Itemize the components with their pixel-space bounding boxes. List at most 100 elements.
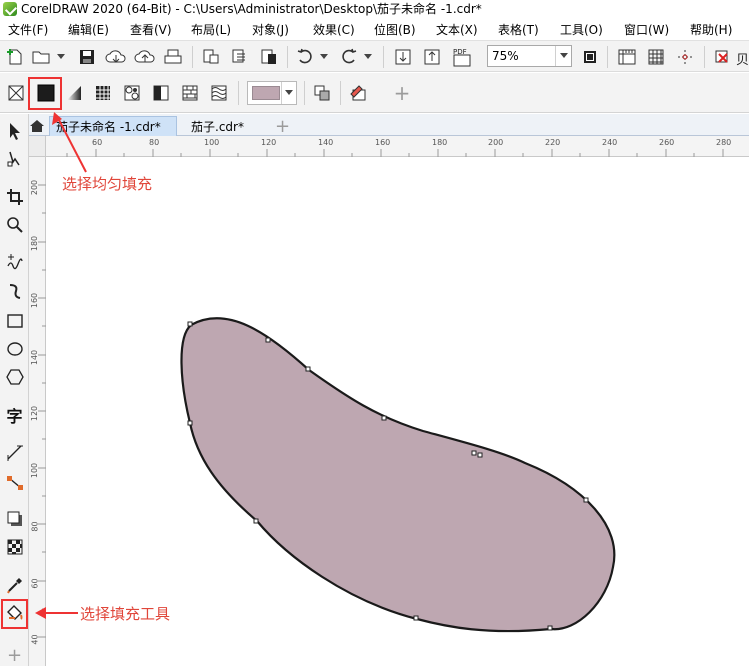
full-screen-icon[interactable]: [579, 46, 601, 68]
pick-tool-icon[interactable]: [2, 118, 27, 144]
new-tab-button[interactable]: +: [275, 116, 290, 137]
ruler-label: 60: [92, 138, 103, 147]
redo-dropdown-chevron-icon[interactable]: [362, 46, 374, 68]
snap-to-label[interactable]: 贝: [736, 49, 749, 68]
menu-table[interactable]: 表格(T): [498, 21, 539, 38]
menu-help[interactable]: 帮助(H): [690, 21, 732, 38]
export-arrow-icon[interactable]: [421, 46, 443, 68]
menu-window[interactable]: 窗口(W): [624, 21, 669, 38]
menu-object[interactable]: 对象(J): [252, 21, 289, 38]
add-control-button[interactable]: +: [391, 81, 413, 105]
tab-eggplant[interactable]: 茄子.cdr*: [185, 116, 277, 136]
color-dropdown-chevron-icon[interactable]: [281, 82, 296, 104]
fill-property-bar: +: [0, 73, 749, 113]
bitmap-pattern-fill-icon[interactable]: [121, 82, 143, 104]
save-icon[interactable]: [76, 46, 98, 68]
menu-effects[interactable]: 效果(C): [313, 21, 355, 38]
eggplant-shape[interactable]: [180, 317, 616, 633]
fill-color-swatch[interactable]: [252, 86, 280, 100]
tab-label: 茄子.cdr*: [191, 119, 244, 134]
menu-edit[interactable]: 编辑(E): [68, 21, 109, 38]
ruler-label: 160: [375, 138, 391, 147]
tab-eggplant-untitled[interactable]: 茄子未命名 -1.cdr*: [49, 116, 177, 136]
tab-label: 茄子未命名 -1.cdr*: [56, 120, 161, 134]
horizontal-ruler[interactable]: 60 80 100 120 140 160 180 200 220 240 26…: [29, 136, 749, 157]
drop-shadow-tool-icon[interactable]: [2, 506, 27, 532]
undo-dropdown-chevron-icon[interactable]: [318, 46, 330, 68]
import-arrow-icon[interactable]: [392, 46, 414, 68]
postscript-fill-icon[interactable]: [208, 82, 230, 104]
cloud-upload-icon[interactable]: [133, 46, 157, 68]
ruler-label: 140: [318, 138, 334, 147]
shape-tool-icon[interactable]: [2, 146, 27, 172]
fountain-fill-icon[interactable]: [63, 82, 85, 104]
open-dropdown-chevron-icon[interactable]: [55, 46, 67, 68]
menu-tools[interactable]: 工具(O): [560, 21, 603, 38]
show-rulers-icon[interactable]: [615, 46, 639, 68]
ruler-label: 100: [30, 462, 40, 479]
menu-view[interactable]: 查看(V): [130, 21, 172, 38]
freehand-tool-icon[interactable]: [2, 248, 27, 274]
show-grid-icon[interactable]: [644, 46, 668, 68]
menu-text[interactable]: 文本(X): [436, 21, 478, 38]
show-guidelines-icon[interactable]: [673, 46, 697, 68]
menu-layout[interactable]: 布局(L): [191, 21, 231, 38]
customize-toolbox-button[interactable]: +: [2, 642, 27, 666]
two-color-pattern-fill-icon[interactable]: [150, 82, 172, 104]
undo-icon[interactable]: [294, 46, 316, 68]
no-fill-icon[interactable]: [5, 82, 27, 104]
coreldraw-logo-icon: [3, 1, 17, 16]
transparency-tool-icon[interactable]: [2, 534, 27, 560]
annotation-fill-tool: 选择填充工具: [80, 605, 171, 623]
fill-color-picker[interactable]: [247, 81, 297, 105]
zoom-value[interactable]: 75%: [488, 49, 555, 63]
ruler-label: 80: [149, 138, 160, 147]
eyedropper-tool-icon[interactable]: [2, 572, 27, 598]
window-title: CorelDRAW 2020 (64-Bit) - C:\Users\Admin…: [21, 2, 482, 16]
new-document-icon[interactable]: [4, 46, 26, 68]
print-icon[interactable]: [161, 46, 185, 68]
vertical-ruler[interactable]: 200 180 160 140 120 100 80 60 40: [29, 157, 46, 666]
snap-off-icon[interactable]: [711, 46, 733, 68]
drawing-canvas[interactable]: [47, 157, 749, 666]
ruler-label: 80: [30, 521, 40, 532]
title-bar: CorelDRAW 2020 (64-Bit) - C:\Users\Admin…: [0, 0, 749, 17]
export-icon[interactable]: [228, 46, 252, 68]
redo-icon[interactable]: [338, 46, 360, 68]
menu-bar: 文件(F) 编辑(E) 查看(V) 布局(L) 对象(J) 效果(C) 位图(B…: [0, 18, 749, 40]
copy-fill-icon[interactable]: [311, 82, 333, 104]
ruler-label: 200: [30, 179, 40, 196]
artistic-media-tool-icon[interactable]: [2, 278, 27, 304]
ruler-label: 40: [30, 634, 40, 645]
ellipse-tool-icon[interactable]: [2, 336, 27, 362]
parallel-dimension-tool-icon[interactable]: [2, 440, 27, 466]
zoom-tool-icon[interactable]: [2, 212, 27, 238]
uniform-fill-highlight: [28, 77, 62, 110]
ruler-label: 160: [30, 292, 40, 309]
polygon-tool-icon[interactable]: [2, 364, 27, 390]
publish-pdf-icon[interactable]: PDF: [450, 46, 474, 68]
edit-fill-icon[interactable]: [347, 82, 369, 104]
ruler-origin-corner[interactable]: [29, 136, 46, 157]
ruler-label: 240: [602, 138, 618, 147]
import-icon[interactable]: [199, 46, 223, 68]
connector-tool-icon[interactable]: [2, 470, 27, 496]
rectangle-tool-icon[interactable]: [2, 308, 27, 334]
texture-fill-icon[interactable]: [179, 82, 201, 104]
vector-pattern-fill-icon[interactable]: [92, 82, 114, 104]
zoom-dropdown-chevron-icon[interactable]: [555, 46, 571, 66]
crop-tool-icon[interactable]: [2, 184, 27, 210]
text-tool-icon[interactable]: 字: [2, 402, 27, 428]
zoom-level-field[interactable]: 75%: [487, 45, 572, 67]
pdf-label: PDF: [453, 48, 467, 56]
menu-bitmap[interactable]: 位图(B): [374, 21, 416, 38]
canvas-drawing: [180, 317, 616, 633]
annotation-uniform-fill: 选择均匀填充: [62, 175, 153, 193]
ruler-label: 120: [30, 405, 40, 422]
menu-file[interactable]: 文件(F): [8, 21, 48, 38]
open-folder-icon[interactable]: [30, 46, 52, 68]
welcome-home-icon[interactable]: [27, 116, 47, 136]
ruler-label: 120: [261, 138, 277, 147]
paste-icon[interactable]: [257, 46, 281, 68]
cloud-download-icon[interactable]: [104, 46, 128, 68]
